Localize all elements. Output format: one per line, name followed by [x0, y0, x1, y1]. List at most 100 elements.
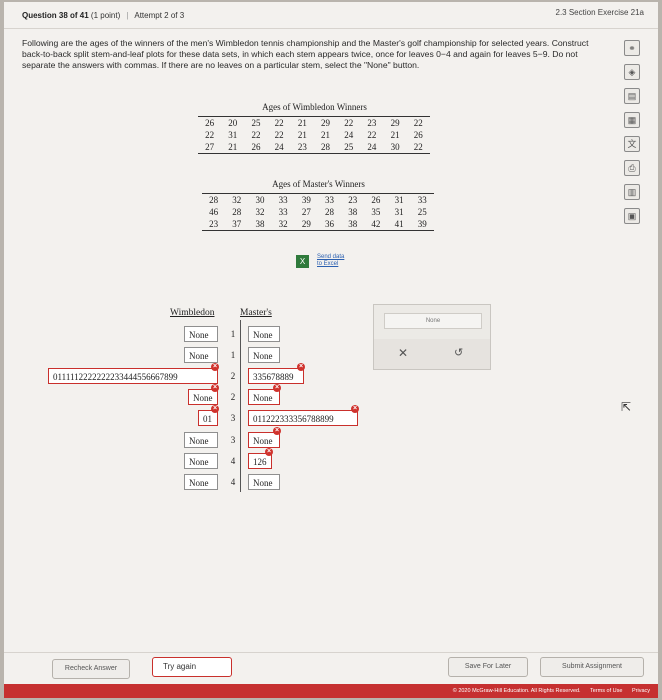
- masters-leaves-input[interactable]: None: [248, 347, 280, 363]
- document-icon[interactable]: ▣: [624, 208, 640, 224]
- link-icon[interactable]: ⚭: [624, 40, 640, 56]
- table-cell: 22: [344, 118, 354, 128]
- table-cell: 32: [255, 207, 265, 217]
- table-cell: 25: [417, 207, 427, 217]
- table-cell: 28: [209, 195, 219, 205]
- masters-leaves-input[interactable]: 011222333356788899: [248, 410, 358, 426]
- table-row: 26 20 25 22 21 29 22 23 29 22: [198, 117, 430, 130]
- table-cell: 41: [394, 219, 404, 229]
- table-cell: 27: [205, 142, 215, 152]
- wimbledon-leaves-input[interactable]: None: [184, 326, 218, 342]
- error-icon: ×: [211, 363, 219, 371]
- stem-value: 3: [230, 435, 236, 445]
- table-cell: 32: [278, 219, 288, 229]
- table-cell: 22: [367, 130, 377, 140]
- table-row: 28 32 30 33 39 33 23 26 31 33: [202, 194, 434, 207]
- table-cell: 24: [344, 130, 354, 140]
- bottom-bar: Recheck Answer Try again Save For Later …: [4, 652, 658, 685]
- error-icon: ×: [265, 448, 273, 456]
- table-cell: 37: [232, 219, 242, 229]
- table-cell: 26: [413, 130, 423, 140]
- stem-value: 4: [230, 477, 236, 487]
- table-cell: 39: [417, 219, 427, 229]
- calculator-icon[interactable]: ▦: [624, 112, 640, 128]
- table-row: 27 21 26 24 23 28 25 24 30 22: [198, 141, 430, 154]
- question-header: Question 38 of 41 (1 point) | Attempt 2 …: [4, 2, 658, 29]
- table-cell: 22: [205, 130, 215, 140]
- none-button[interactable]: None: [384, 313, 482, 329]
- table-cell: 38: [348, 219, 358, 229]
- print-icon[interactable]: ⎙: [624, 160, 640, 176]
- table-cell: 26: [251, 142, 261, 152]
- table-cell: 23: [209, 219, 219, 229]
- wimbledon-header: Wimbledon: [170, 308, 215, 318]
- send-to-excel-link[interactable]: X Send data to Excel: [296, 254, 344, 268]
- wimbledon-leaves-input[interactable]: 0111112222222233444556667899: [48, 368, 218, 384]
- undo-icon[interactable]: ↺: [454, 346, 463, 359]
- table-cell: 31: [394, 207, 404, 217]
- table-cell: 20: [228, 118, 238, 128]
- submit-assignment-button[interactable]: Submit Assignment: [540, 657, 644, 677]
- clear-icon[interactable]: ✕: [398, 346, 408, 360]
- table-cell: 21: [297, 130, 307, 140]
- table-cell: 23: [367, 118, 377, 128]
- stem-value: 1: [230, 329, 236, 339]
- table-row: 22 31 22 22 21 21 24 22 21 26: [198, 129, 430, 141]
- copyright-text: © 2020 McGraw-Hill Education. All Rights…: [452, 688, 581, 694]
- privacy-link[interactable]: Privacy: [632, 688, 650, 694]
- masters-leaves-input[interactable]: None: [248, 326, 280, 342]
- save-for-later-button[interactable]: Save For Later: [448, 657, 528, 677]
- masters-leaves-input[interactable]: 335678889: [248, 368, 304, 384]
- table-cell: 29: [321, 118, 331, 128]
- table-cell: 39: [301, 195, 311, 205]
- wimbledon-leaves-input[interactable]: None: [184, 432, 218, 448]
- try-again-button[interactable]: Try again: [152, 657, 232, 677]
- table-cell: 38: [255, 219, 265, 229]
- error-icon: ×: [273, 427, 281, 435]
- book-icon[interactable]: ▤: [624, 88, 640, 104]
- table-cell: 26: [205, 118, 215, 128]
- table-cell: 35: [371, 207, 381, 217]
- table-cell: 32: [232, 195, 242, 205]
- compass-icon[interactable]: ◈: [624, 64, 640, 80]
- side-toolbar: ⚭ ◈ ▤ ▦ 文 ⎙ ▥ ▣: [622, 40, 640, 232]
- question-number: Question 38 of 41: [22, 11, 89, 20]
- error-icon: ×: [273, 384, 281, 392]
- table-cell: 38: [348, 207, 358, 217]
- table-row: 46 28 32 33 27 28 38 35 31 25: [202, 206, 434, 218]
- translate-icon[interactable]: 文: [624, 136, 640, 152]
- table-cell: 28: [321, 142, 331, 152]
- table-cell: 25: [344, 142, 354, 152]
- table-cell: 23: [348, 195, 358, 205]
- table-cell: 46: [209, 207, 219, 217]
- table-cell: 33: [417, 195, 427, 205]
- table-cell: 21: [228, 142, 238, 152]
- masters-leaves-input[interactable]: None: [248, 474, 280, 490]
- stem-value: 1: [230, 350, 236, 360]
- recheck-answer-button[interactable]: Recheck Answer: [52, 659, 130, 679]
- table-cell: 33: [325, 195, 335, 205]
- wimbledon-leaves-input[interactable]: None: [184, 474, 218, 490]
- bar-chart-icon[interactable]: ▥: [624, 184, 640, 200]
- error-icon: ×: [351, 405, 359, 413]
- table-cell: 21: [390, 130, 400, 140]
- wimbledon-table-title: Ages of Wimbledon Winners: [262, 102, 367, 112]
- stem-value: 2: [230, 392, 236, 402]
- table-cell: 29: [301, 219, 311, 229]
- wimbledon-table: 26 20 25 22 21 29 22 23 29 22 22 31 22 22 21 21 24 22 21 26…: [198, 116, 430, 154]
- excel-icon: X: [296, 254, 309, 268]
- footer: © 2020 McGraw-Hill Education. All Rights…: [4, 684, 658, 698]
- table-cell: 22: [251, 130, 261, 140]
- table-cell: 33: [278, 195, 288, 205]
- error-icon: ×: [211, 405, 219, 413]
- table-cell: 22: [274, 130, 284, 140]
- section-label: 2.3 Section Exercise 21a: [555, 8, 645, 17]
- wimbledon-leaves-input[interactable]: None: [184, 453, 218, 469]
- table-cell: 42: [371, 219, 381, 229]
- masters-table: 28 32 30 33 39 33 23 26 31 33 46 28 32 33 27 28 38 35 31 25…: [202, 193, 434, 231]
- wimbledon-leaves-input[interactable]: None: [184, 347, 218, 363]
- mouse-cursor-icon: ⇱: [621, 400, 632, 414]
- terms-link[interactable]: Terms of Use: [590, 688, 622, 694]
- stem-value: 3: [230, 413, 236, 423]
- table-cell: 30: [390, 142, 400, 152]
